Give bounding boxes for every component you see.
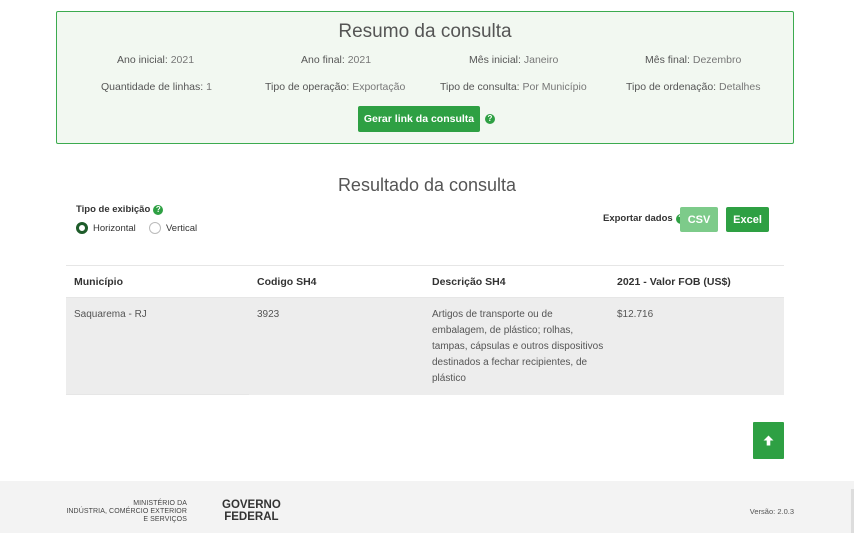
cell-fob-value: $12.716 (617, 309, 654, 320)
display-type-label: Tipo de exibição ? (76, 204, 164, 215)
summary-title: Resumo da consulta (338, 21, 512, 42)
summary-operation-type: Tipo de operação: Exportação (265, 81, 406, 93)
scroll-to-top-button[interactable] (753, 422, 784, 459)
header-fob-value[interactable]: 2021 - Valor FOB (US$) (609, 276, 784, 288)
summary-row-count: Quantidade de linhas: 1 (101, 81, 212, 93)
arrow-up-icon (763, 435, 774, 446)
radio-button[interactable] (149, 222, 161, 234)
summary-order-type: Tipo de ordenação: Detalhes (626, 81, 761, 93)
ministry-logo: MINISTÉRIO DA INDÚSTRIA, COMÉRCIO EXTERI… (66, 500, 187, 523)
cell-sh4-description: Artigos de transporte ou de embalagem, d… (432, 309, 604, 384)
divider (66, 394, 249, 395)
summary-start-month: Mês inicial: Janeiro (469, 54, 559, 66)
question-circle-icon[interactable]: ? (153, 204, 164, 215)
header-municipality[interactable]: Município (66, 276, 249, 288)
export-data-label: Exportar dados ? (603, 213, 686, 224)
result-title: Resultado da consulta (337, 175, 517, 195)
summary-end-month: Mês final: Dezembro (645, 54, 742, 66)
summary-start-year: Ano inicial: 2021 (117, 54, 195, 66)
radio-vertical[interactable]: Vertical (149, 222, 197, 234)
summary-end-year: Ano final: 2021 (301, 54, 372, 66)
header-sh4-code[interactable]: Codigo SH4 (249, 276, 424, 288)
government-logo: GOVERNO FEDERAL (222, 499, 281, 523)
query-summary-panel: Resumo da consulta Ano inicial: 2021 Ano… (56, 11, 794, 144)
cell-sh4-code: 3923 (257, 309, 280, 320)
question-circle-icon[interactable]: ? (485, 114, 495, 124)
results-table: Município Codigo SH4 Descrição SH4 2021 … (66, 265, 784, 395)
version-label: Versão: 2.0.3 (749, 507, 794, 516)
footer: MINISTÉRIO DA INDÚSTRIA, COMÉRCIO EXTERI… (0, 481, 854, 533)
summary-query-type: Tipo de consulta: Por Município (440, 81, 587, 93)
header-sh4-description[interactable]: Descrição SH4 (424, 276, 609, 288)
table-header: Município Codigo SH4 Descrição SH4 2021 … (66, 265, 784, 298)
cell-municipality: Saquarema - RJ (74, 309, 147, 320)
generate-link-button[interactable]: Gerar link da consulta (358, 106, 480, 132)
radio-horizontal[interactable]: Horizontal (76, 222, 136, 234)
radio-button-selected[interactable] (76, 222, 88, 234)
export-csv-button[interactable]: CSV (680, 207, 718, 232)
export-excel-button[interactable]: Excel (726, 207, 769, 232)
table-row: Saquarema - RJ 3923 Artigos de transport… (66, 298, 784, 395)
